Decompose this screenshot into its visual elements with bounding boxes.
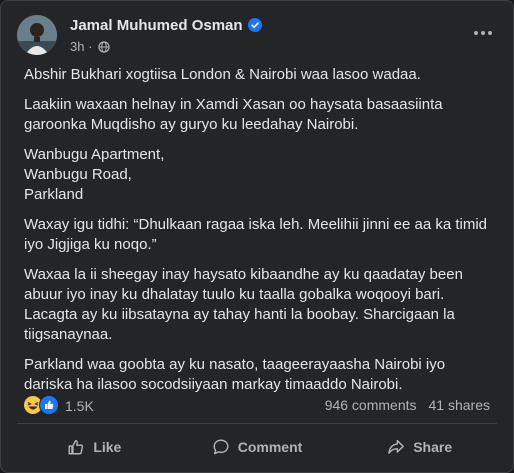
post-paragraph: Wanbugu Apartment, Wanbugu Road, Parklan… [24,146,165,203]
post-paragraph: Waxay igu tidhi: “Dhulkaan ragaa iska le… [24,216,488,253]
post-paragraph: Parkland waa goobta ay ku nasato, taagee… [24,356,446,393]
post-card: Jamal Muhumed Osman 3h · Abshir Bukhari … [0,0,514,473]
meta-separator: · [88,39,93,54]
comment-button[interactable]: Comment [176,429,339,465]
verified-badge-icon [247,18,262,36]
like-label: Like [93,439,122,455]
post-body: Abshir Bukhari xogtiisa London & Nairobi… [24,65,494,405]
reactions-summary[interactable]: 1.5K [23,394,94,418]
thumbs-up-icon [68,439,84,455]
actions-divider [17,423,497,424]
comment-icon [213,439,229,455]
post-timestamp[interactable]: 3h [70,39,84,54]
post-header: Jamal Muhumed Osman 3h · [17,15,499,59]
author-name-row: Jamal Muhumed Osman [70,17,262,36]
shares-count-link[interactable]: 41 shares [429,397,490,413]
engagement-counts: 946 comments 41 shares [325,397,490,413]
author-name[interactable]: Jamal Muhumed Osman [70,17,243,34]
globe-icon[interactable] [98,41,110,56]
like-reaction-icon [39,394,59,418]
comment-label: Comment [237,439,303,455]
like-button[interactable]: Like [13,429,176,465]
share-label: Share [413,439,453,455]
share-button[interactable]: Share [338,429,501,465]
avatar-image [17,15,57,55]
post-paragraph: Abshir Bukhari xogtiisa London & Nairobi… [24,66,421,83]
post-meta: 3h · [70,39,110,56]
more-options-icon[interactable] [467,21,499,45]
author-avatar[interactable] [17,15,57,55]
post-paragraph: Laakiin waxaan helnay in Xamdi Xasan oo … [24,96,443,133]
reactions-count: 1.5K [65,398,94,414]
share-icon [388,439,405,454]
post-actions: Like Comment Share [13,429,501,465]
post-paragraph: Waxaa la ii sheegay inay haysato kibaand… [24,266,463,343]
comments-count-link[interactable]: 946 comments [325,397,417,413]
post-stats: 1.5K 946 comments 41 shares [23,394,490,418]
